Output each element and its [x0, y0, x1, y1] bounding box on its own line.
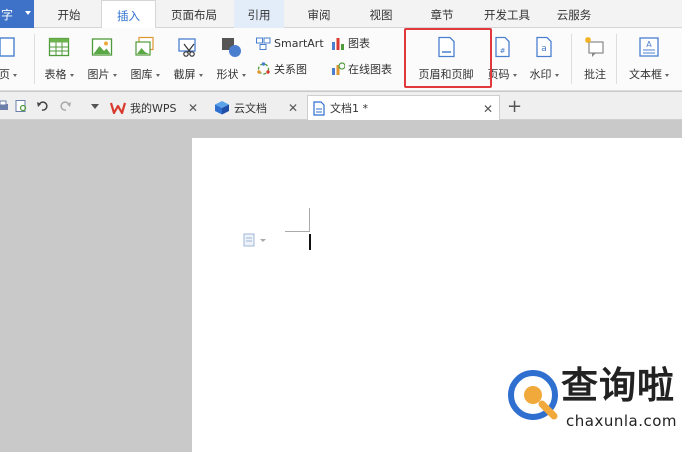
ribbon-divider: [34, 34, 35, 84]
watermark-domain-text: chaxunla.com: [566, 412, 677, 430]
margin-corner-mark: [309, 208, 310, 232]
doc-tab-label: 云文档: [234, 101, 267, 115]
page-number-icon: #: [495, 36, 510, 58]
paragraph-layout-icon[interactable]: [243, 233, 269, 247]
watermark-button[interactable]: a 水印: [524, 36, 564, 82]
chart-label: 图表: [348, 37, 370, 50]
smartart-button[interactable]: SmartArt: [256, 35, 324, 51]
margin-corner-mark: [285, 231, 309, 232]
close-icon[interactable]: ✕: [288, 101, 298, 115]
doc-tab-cloud-docs[interactable]: 云文档 ✕: [210, 95, 304, 120]
watermark-label: 水印: [530, 66, 559, 82]
tab-developer[interactable]: 开发工具: [478, 0, 536, 28]
close-icon[interactable]: ✕: [483, 102, 493, 116]
tab-insert[interactable]: 插入: [101, 0, 156, 29]
watermark-icon: a: [536, 36, 552, 58]
table-icon: [48, 37, 70, 57]
comment-label: 批注: [584, 68, 606, 81]
relation-chart-button[interactable]: 关系图: [256, 61, 307, 77]
redo-icon[interactable]: [58, 99, 72, 113]
relation-chart-label: 关系图: [274, 63, 307, 76]
new-tab-plus-icon[interactable]: +: [507, 96, 522, 117]
doc-tab-my-wps[interactable]: 我的WPS ✕: [106, 95, 204, 120]
print-preview-icon[interactable]: [14, 99, 28, 113]
document-tab-strip: 我的WPS ✕ 云文档 ✕ 文档1 * ✕ +: [0, 92, 682, 120]
wps-logo-icon: [110, 102, 126, 114]
doc-tab-document1[interactable]: 文档1 * ✕: [307, 95, 500, 120]
doc-tab-label: 我的WPS: [130, 101, 177, 115]
screenshot-button-label: 截屏: [174, 66, 203, 82]
doc-tab-label: 文档1 *: [330, 102, 368, 115]
text-cursor: [309, 234, 311, 250]
smartart-label: SmartArt: [274, 36, 324, 50]
shapes-button[interactable]: 形状: [212, 36, 250, 82]
smartart-icon: [256, 37, 271, 50]
shapes-button-label: 形状: [217, 66, 246, 82]
svg-text:A: A: [646, 40, 652, 49]
ribbon: 页 表格 图片 图库 截屏 形状 SmartArt 关系图 图表 在线图表 页眉…: [0, 28, 682, 91]
watermark-brand-text: 查询啦: [561, 364, 675, 407]
watermark-logo-icon: [508, 370, 558, 420]
app-menu-button[interactable]: 字: [0, 0, 34, 28]
textbox-label: 文本框: [629, 66, 669, 82]
tab-references[interactable]: 引用: [234, 0, 284, 28]
chevron-down-icon: [25, 11, 31, 15]
textbox-button[interactable]: A 文本框: [624, 36, 674, 82]
gallery-button-label: 图库: [131, 66, 160, 82]
comment-button[interactable]: 批注: [578, 36, 612, 82]
tab-page-layout[interactable]: 页面布局: [163, 0, 225, 28]
app-menu-label: 字: [1, 7, 14, 22]
menu-bar: 字 开始 插入 页面布局 引用 审阅 视图 章节 开发工具 云服务: [0, 0, 682, 29]
highlight-frame: [404, 28, 492, 88]
page-button-label: 页: [0, 66, 17, 82]
svg-text:#: #: [500, 47, 506, 55]
picture-button[interactable]: 图片: [83, 36, 121, 82]
page-icon: [0, 37, 15, 57]
svg-text:a: a: [541, 44, 547, 54]
textbox-icon: A: [639, 37, 659, 57]
table-button[interactable]: 表格: [40, 36, 78, 82]
print-icon[interactable]: [0, 99, 9, 113]
chart-button[interactable]: 图表: [331, 35, 370, 51]
document-icon: [313, 100, 325, 116]
relation-icon: [257, 62, 270, 75]
bar-chart-icon: [332, 37, 344, 50]
ribbon-divider: [571, 34, 572, 84]
picture-icon: [91, 38, 113, 56]
table-button-label: 表格: [45, 66, 74, 82]
chevron-down-icon[interactable]: [88, 99, 102, 113]
tab-view[interactable]: 视图: [362, 0, 400, 28]
tab-cloud[interactable]: 云服务: [549, 0, 599, 28]
shapes-icon: [222, 38, 241, 57]
ribbon-divider: [616, 34, 617, 84]
comment-icon: [585, 37, 604, 57]
gallery-icon: [135, 36, 154, 56]
gallery-button[interactable]: 图库: [126, 36, 164, 82]
undo-icon[interactable]: [36, 99, 50, 113]
scissors-icon: [178, 38, 196, 57]
cloud-cube-icon: [215, 101, 229, 115]
online-chart-label: 在线图表: [348, 63, 392, 76]
page-button[interactable]: 页: [0, 36, 20, 82]
tab-home[interactable]: 开始: [50, 0, 88, 28]
close-icon[interactable]: ✕: [188, 101, 198, 115]
online-chart-icon: [332, 62, 345, 75]
screenshot-button[interactable]: 截屏: [169, 36, 207, 82]
picture-button-label: 图片: [88, 66, 117, 82]
online-chart-button[interactable]: 在线图表: [331, 61, 392, 77]
tab-chapter[interactable]: 章节: [423, 0, 461, 28]
tab-review[interactable]: 审阅: [300, 0, 338, 28]
